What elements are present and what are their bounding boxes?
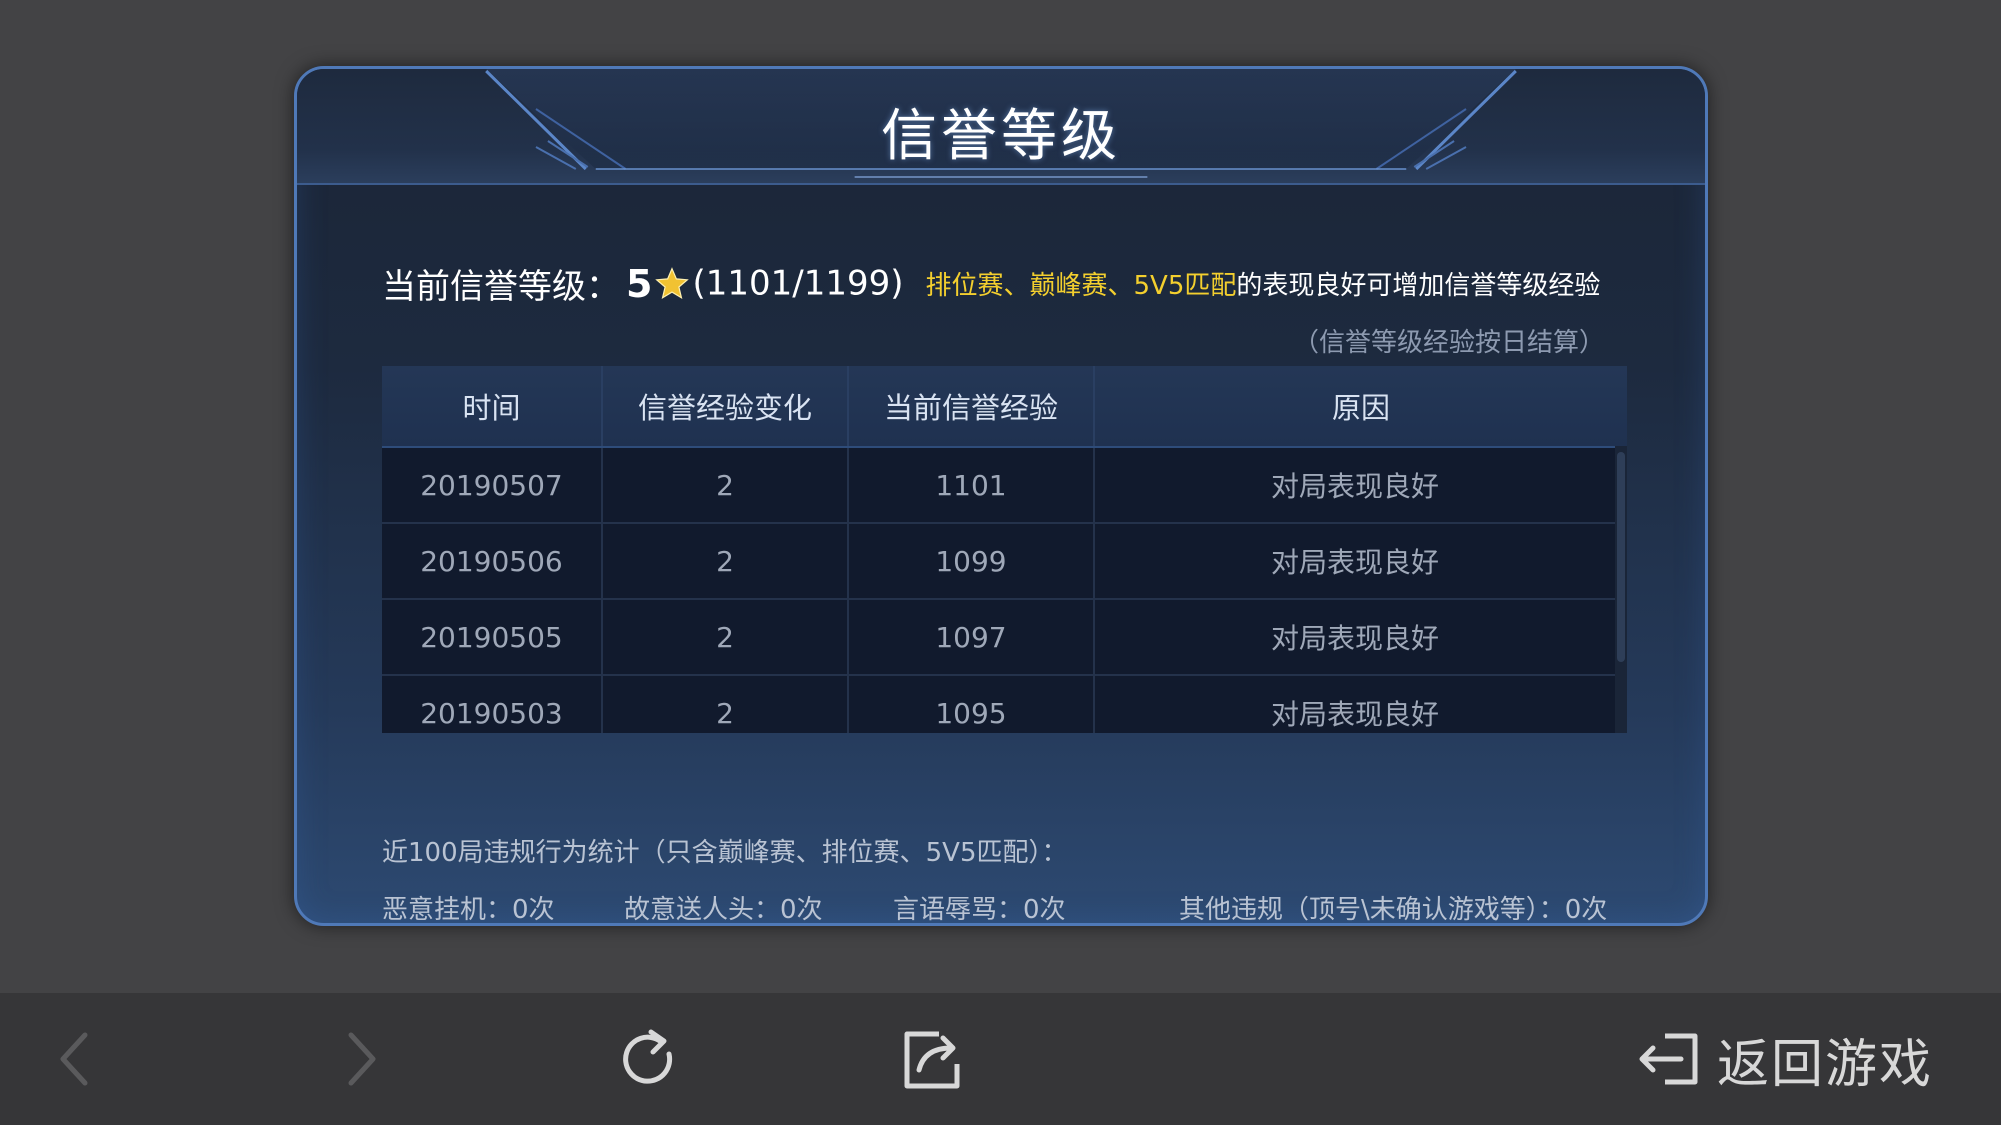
column-header-current: 当前信誉经验 bbox=[849, 366, 1095, 446]
stat-feeding: 故意送人头：0次 bbox=[624, 895, 823, 925]
cell-time: 20190505 bbox=[382, 600, 603, 674]
exit-icon bbox=[1639, 1033, 1698, 1085]
star-icon bbox=[655, 266, 690, 299]
table-header: 时间 信誉经验变化 当前信誉经验 原因 bbox=[382, 366, 1627, 448]
cell-reason: 对局表现良好 bbox=[1270, 698, 1439, 731]
back-button[interactable] bbox=[40, 993, 110, 1125]
credit-level-progress: (1101/1199) bbox=[692, 263, 904, 304]
return-to-game-label: 返回游戏 bbox=[1716, 1034, 1933, 1095]
column-header-change: 信誉经验变化 bbox=[603, 366, 849, 446]
column-header-time: 时间 bbox=[382, 366, 603, 446]
cell-reason: 对局表现良好 bbox=[1270, 622, 1439, 655]
stat-abuse: 言语辱骂：0次 bbox=[893, 895, 1066, 925]
chevron-right-icon bbox=[348, 1032, 376, 1086]
table-row: 20190507 2 1101 对局表现良好 bbox=[382, 448, 1627, 524]
page-background: 信誉等级 当前信誉等级： 5 (1101/1199) 排位赛、巅峰赛、5V5匹配的表… bbox=[0, 0, 2001, 993]
violation-stats-title: 近100局违规行为统计（只含巅峰赛、排位赛、5V5匹配）： bbox=[382, 838, 1068, 868]
cell-change: 2 bbox=[603, 524, 849, 598]
refresh-icon bbox=[623, 1029, 673, 1084]
credit-history-table: 时间 信誉经验变化 当前信誉经验 原因 20190507 2 1101 对局表现… bbox=[382, 366, 1627, 733]
return-to-game-button[interactable]: 返回游戏 bbox=[1637, 993, 1933, 1125]
hint-text: 的表现良好可增加信誉等级经验 bbox=[1236, 271, 1601, 301]
highlighted-modes: 排位赛、巅峰赛、5V5匹配 bbox=[925, 271, 1237, 301]
cell-change: 2 bbox=[603, 600, 849, 674]
cell-current: 1099 bbox=[849, 524, 1095, 598]
refresh-button[interactable] bbox=[608, 993, 688, 1125]
cell-current: 1095 bbox=[849, 676, 1095, 733]
column-header-reason: 原因 bbox=[1331, 391, 1390, 425]
table-scrollbar-thumb[interactable] bbox=[1617, 452, 1625, 662]
panel-header: 信誉等级 bbox=[297, 69, 1705, 185]
table-body[interactable]: 20190507 2 1101 对局表现良好 20190506 2 1099 对… bbox=[382, 448, 1627, 733]
cell-time: 20190507 bbox=[382, 448, 603, 522]
share-button[interactable] bbox=[890, 993, 970, 1125]
browser-toolbar: 返回游戏 bbox=[0, 993, 2001, 1125]
table-row: 20190503 2 1095 对局表现良好 bbox=[382, 676, 1627, 733]
credit-level-panel: 信誉等级 当前信誉等级： 5 (1101/1199) 排位赛、巅峰赛、5V5匹配的表… bbox=[294, 66, 1708, 926]
cell-reason: 对局表现良好 bbox=[1270, 546, 1439, 579]
chevron-left-icon bbox=[60, 1032, 88, 1086]
forward-button[interactable] bbox=[326, 993, 396, 1125]
credit-level-label: 当前信誉等级： bbox=[382, 267, 620, 307]
share-icon bbox=[904, 1031, 960, 1089]
table-row: 20190506 2 1099 对局表现良好 bbox=[382, 524, 1627, 600]
table-row: 20190505 2 1097 对局表现良好 bbox=[382, 600, 1627, 676]
daily-settlement-note: （信誉等级经验按日结算） bbox=[1292, 328, 1605, 358]
cell-reason: 对局表现良好 bbox=[1270, 470, 1439, 503]
page-title: 信誉等级 bbox=[881, 104, 1121, 169]
credit-level-value: 5 bbox=[626, 261, 653, 306]
stat-other: 其他违规（顶号\未确认游戏等）：0次 bbox=[1179, 895, 1608, 925]
credit-level-summary: 当前信誉等级： 5 (1101/1199) 排位赛、巅峰赛、5V5匹配的表现良好可增… bbox=[382, 259, 1642, 319]
cell-current: 1101 bbox=[849, 448, 1095, 522]
credit-level-hint: 排位赛、巅峰赛、5V5匹配的表现良好可增加信誉等级经验 bbox=[926, 271, 1601, 301]
stat-afk: 恶意挂机：0次 bbox=[382, 895, 555, 925]
cell-change: 2 bbox=[603, 676, 849, 733]
cell-time: 20190503 bbox=[382, 676, 603, 733]
cell-current: 1097 bbox=[849, 600, 1095, 674]
cell-change: 2 bbox=[603, 448, 849, 522]
cell-time: 20190506 bbox=[382, 524, 603, 598]
